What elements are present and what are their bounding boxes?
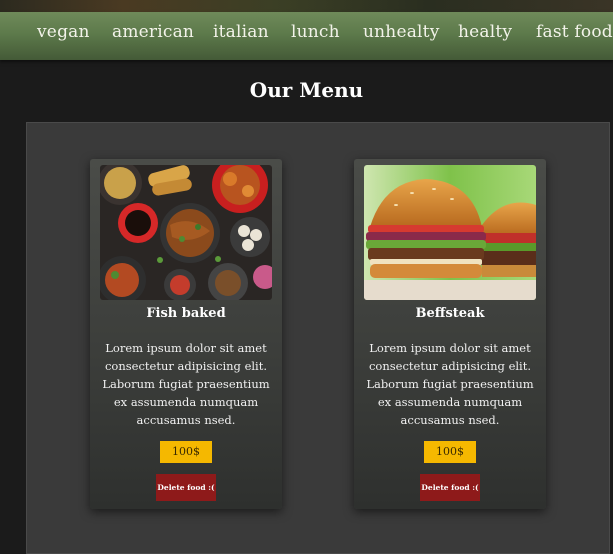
menu-panel: Fish baked Lorem ipsum dolor sit amet co… <box>26 122 610 554</box>
nav-item-american[interactable]: american <box>112 22 194 42</box>
asian-dishes-photo <box>100 165 272 300</box>
menu-card: Fish baked Lorem ipsum dolor sit amet co… <box>90 159 282 509</box>
category-nav: vegan american italian lunch unhealty he… <box>0 12 613 60</box>
page-title: Our Menu <box>249 78 364 102</box>
menu-card: Beffsteak Lorem ipsum dolor sit amet con… <box>354 159 546 509</box>
nav-item-healty[interactable]: healty <box>458 22 512 42</box>
nav-item-italian[interactable]: italian <box>213 22 269 42</box>
card-description: Lorem ipsum dolor sit amet consectetur a… <box>366 341 534 427</box>
nav-item-vegan[interactable]: vegan <box>37 22 90 42</box>
nav-item-fast-food[interactable]: fast food <box>536 22 613 42</box>
burger-photo <box>364 165 536 300</box>
nav-item-lunch[interactable]: lunch <box>291 22 340 42</box>
delete-food-button[interactable]: Delete food :( <box>156 474 216 501</box>
card-title: Fish baked <box>146 306 226 321</box>
delete-food-button[interactable]: Delete food :( <box>420 474 480 501</box>
header-food-photo-strip <box>0 0 613 12</box>
card-description: Lorem ipsum dolor sit amet consectetur a… <box>102 341 270 427</box>
nav-item-unhealty[interactable]: unhealty <box>363 22 440 42</box>
card-title: Beffsteak <box>415 306 485 321</box>
price-badge: 100$ <box>424 441 476 463</box>
price-badge: 100$ <box>160 441 212 463</box>
